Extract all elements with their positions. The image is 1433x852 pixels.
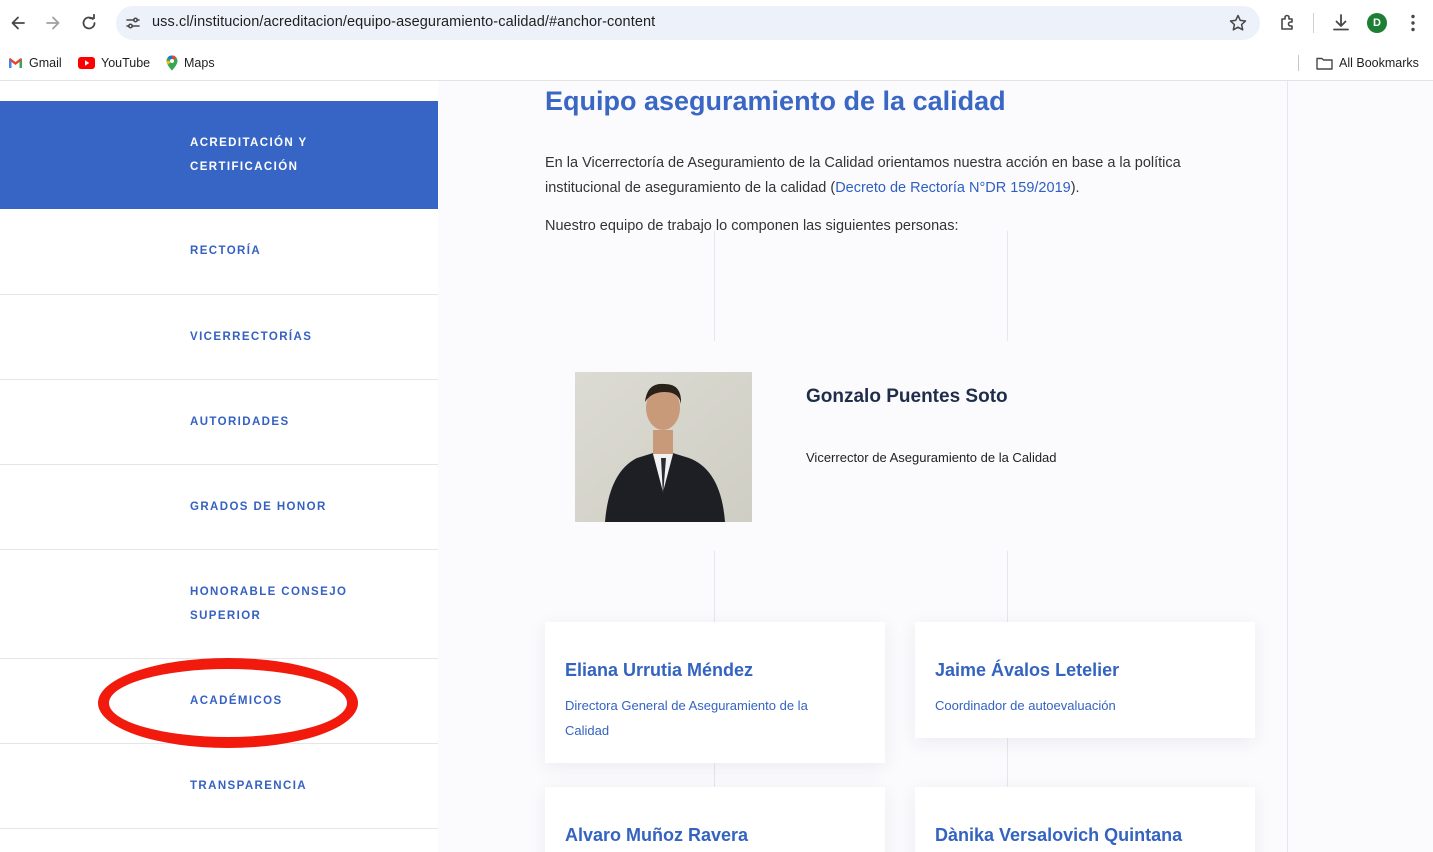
back-button[interactable] [4, 9, 32, 37]
gmail-icon [9, 58, 22, 68]
more-menu-icon[interactable] [1402, 12, 1424, 34]
extensions-icon[interactable] [1277, 12, 1299, 34]
sidebar-item-acreditacion[interactable]: ACREDITACIÓN Y CERTIFICACIÓN [0, 101, 438, 209]
sidebar-item-grados-de-honor[interactable]: GRADOS DE HONOR [0, 465, 438, 550]
toolbar-divider [1313, 13, 1314, 33]
bookmarks-bar: Gmail YouTube Maps All Bookmarks [0, 46, 1433, 80]
sidebar-item-label: ACREDITACIÓN Y [190, 137, 308, 149]
connector-line [714, 231, 715, 341]
sidebar-item-label: SUPERIOR [190, 610, 262, 622]
intro-paragraph: En la Vicerrectoría de Aseguramiento de … [545, 155, 1181, 196]
folder-icon [1316, 57, 1333, 70]
reload-button[interactable] [75, 9, 103, 37]
sidebar-item-label: RECTORÍA [190, 245, 262, 257]
team-card[interactable]: Alvaro Muñoz Ravera [545, 787, 885, 852]
address-bar[interactable]: uss.cl/institucion/acreditacion/equipo-a… [116, 6, 1260, 40]
sidebar-item-autoridades[interactable]: AUTORIDADES [0, 380, 438, 465]
url-text[interactable]: uss.cl/institucion/acreditacion/equipo-a… [152, 14, 655, 30]
forward-arrow-icon [46, 16, 60, 30]
sidebar-item-label: GRADOS DE HONOR [190, 501, 327, 513]
site-settings-icon[interactable] [124, 14, 142, 32]
bookmark-youtube[interactable]: YouTube [78, 54, 150, 72]
sidebar-item-academicos[interactable]: ACADÉMICOS [0, 659, 438, 744]
team-member-role: Directora General de Aseguramiento de la… [565, 698, 808, 738]
team-card[interactable]: Jaime Ávalos Letelier Coordinador de aut… [915, 622, 1255, 738]
main-content: Equipo aseguramiento de la calidad En la… [438, 81, 1433, 852]
decreto-link[interactable]: Decreto de Rectoría N°DR 159/2019 [835, 180, 1071, 196]
person-portrait-icon [575, 372, 752, 522]
sidebar-item-label: TRANSPARENCIA [190, 780, 308, 792]
bookmark-maps[interactable]: Maps [166, 54, 215, 72]
content-border-line [1287, 81, 1288, 852]
download-icon[interactable] [1330, 12, 1352, 34]
sidebar-item-label: AUTORIDADES [190, 416, 290, 428]
browser-chrome: uss.cl/institucion/acreditacion/equipo-a… [0, 0, 1433, 81]
team-member-name: Dànika Versalovich Quintana [935, 825, 1183, 845]
connector-line [1007, 231, 1008, 341]
browser-toolbar: uss.cl/institucion/acreditacion/equipo-a… [0, 0, 1433, 46]
web-page: ACREDITACIÓN Y CERTIFICACIÓN RECTORÍA VI… [0, 81, 1433, 852]
team-member-name: Jaime Ávalos Letelier [935, 660, 1120, 680]
forward-button[interactable] [39, 9, 67, 37]
sidebar-item-label: VICERRECTORÍAS [190, 331, 313, 343]
sidebar-item-transparencia[interactable]: TRANSPARENCIA [0, 744, 438, 829]
bookmark-star-icon[interactable] [1228, 13, 1248, 33]
team-member-name: Alvaro Muñoz Ravera [565, 825, 749, 845]
all-bookmarks-button[interactable]: All Bookmarks [1316, 54, 1419, 72]
team-intro-text: Nuestro equipo de trabajo lo componen la… [545, 218, 959, 234]
maps-icon [166, 55, 178, 71]
lead-photo [575, 372, 752, 522]
sidebar-nav: ACREDITACIÓN Y CERTIFICACIÓN RECTORÍA VI… [0, 81, 438, 852]
sidebar-item-rectoria[interactable]: RECTORÍA [0, 209, 438, 295]
team-member-name: Eliana Urrutia Méndez [565, 660, 754, 680]
lead-name: Gonzalo Puentes Soto [806, 386, 1008, 407]
bookmarks-divider [1298, 55, 1299, 71]
page-title: Equipo aseguramiento de la calidad [545, 86, 1006, 116]
team-member-role: Coordinador de autoevaluación [935, 698, 1116, 713]
back-arrow-icon [11, 16, 25, 30]
sidebar-item-label: CERTIFICACIÓN [190, 161, 299, 173]
sidebar-item-label: ACADÉMICOS [190, 695, 283, 707]
team-card[interactable]: Eliana Urrutia Méndez Directora General … [545, 622, 885, 763]
sidebar-item-honorable-consejo-superior[interactable]: HONORABLE CONSEJO SUPERIOR [0, 550, 438, 659]
bookmark-gmail[interactable]: Gmail [8, 54, 62, 72]
reload-icon [82, 14, 96, 30]
lead-role: Vicerrector de Aseguramiento de la Calid… [806, 450, 1057, 465]
youtube-icon [78, 57, 95, 69]
sidebar-item-vicerrectorias[interactable]: VICERRECTORÍAS [0, 295, 438, 380]
sidebar-item-label: HONORABLE CONSEJO [190, 586, 348, 598]
team-card[interactable]: Dànika Versalovich Quintana [915, 787, 1255, 852]
profile-avatar[interactable]: D [1367, 13, 1387, 33]
